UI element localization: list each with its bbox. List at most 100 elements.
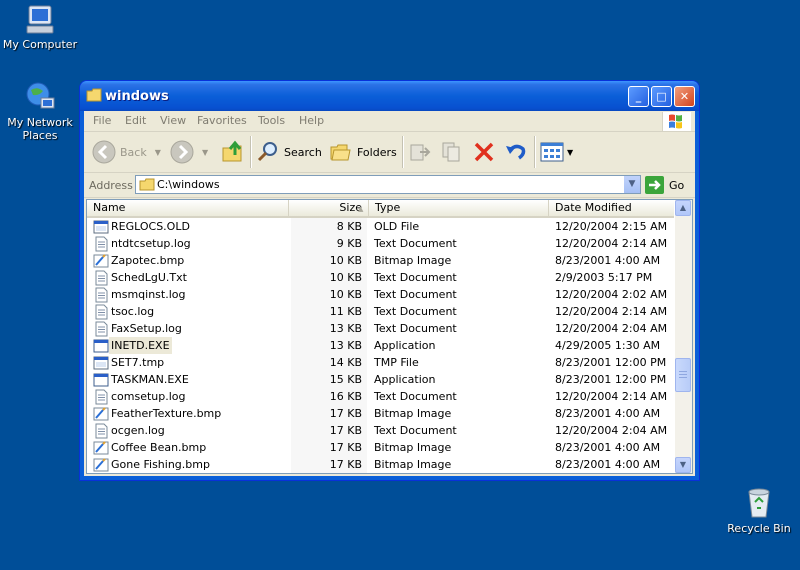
window-client: File Edit View Favorites Tools Help Back… (84, 111, 695, 476)
file-size: 14 KB (329, 356, 362, 369)
application-icon (93, 338, 109, 354)
column-header-date[interactable]: Date Modified (549, 200, 677, 216)
delete-icon (474, 142, 494, 162)
menu-edit[interactable]: Edit (125, 114, 146, 127)
maximize-button[interactable]: □ (651, 86, 672, 107)
undo-button[interactable] (504, 132, 528, 172)
search-button[interactable]: Search (256, 132, 322, 172)
file-row[interactable]: msmqinst.log 10 KB Text Document 12/20/2004… (87, 286, 677, 303)
folders-label: Folders (357, 145, 397, 159)
toolbar: Back ▼ ▼ Search Folders ▼ (84, 132, 695, 173)
file-size: 10 KB (329, 254, 362, 267)
file-type: Application (374, 373, 436, 386)
delete-button[interactable] (472, 132, 496, 172)
copy-to-button[interactable] (440, 132, 464, 172)
file-date: 8/23/2001 4:00 AM (555, 458, 661, 471)
file-size: 8 KB (336, 220, 362, 233)
file-date: 8/23/2001 4:00 AM (555, 407, 661, 420)
up-folder-icon (222, 140, 242, 162)
file-type: Bitmap Image (374, 441, 452, 454)
forward-button[interactable]: ▼ (170, 132, 208, 172)
file-name: msmqinst.log (111, 288, 186, 301)
menu-file[interactable]: File (93, 114, 111, 127)
file-type: Text Document (374, 390, 457, 403)
file-row[interactable]: ocgen.log 17 KB Text Document 12/20/2004 2:… (87, 422, 677, 439)
file-size: 10 KB (329, 271, 362, 284)
folders-icon (330, 144, 351, 161)
file-row[interactable]: Coffee Bean.bmp 17 KB Bitmap Image 8/23/200… (87, 439, 677, 456)
toolbar-separator (402, 136, 404, 168)
file-type: Text Document (374, 305, 457, 318)
file-size: 17 KB (329, 407, 362, 420)
desktop-icon-label: My Computer (2, 38, 78, 51)
up-folder-button[interactable] (221, 132, 245, 172)
generic-file-icon (93, 219, 109, 235)
views-icon (540, 142, 564, 162)
column-header-label: Date Modified (555, 201, 632, 214)
explorer-window: windows _ □ ✕ File Edit View Favorites T… (80, 81, 699, 480)
desktop-icon-my-computer[interactable]: My Computer (0, 4, 80, 51)
chevron-down-icon: ▼ (679, 460, 687, 469)
desktop-icon-label: My Network Places (7, 116, 73, 142)
back-button[interactable]: Back ▼ (92, 132, 161, 172)
menu-favorites[interactable]: Favorites (197, 114, 247, 127)
vertical-scrollbar[interactable]: ▲ ▼ (674, 200, 692, 473)
scroll-thumb[interactable] (675, 358, 691, 392)
file-row[interactable]: Gone Fishing.bmp 17 KB Bitmap Image 8/23/20… (87, 456, 677, 473)
file-row[interactable]: INETD.EXE 13 KB Application 4/29/2005 1:30 … (87, 337, 677, 354)
recycle-bin-icon (748, 488, 770, 518)
file-name: FeatherTexture.bmp (111, 407, 222, 420)
scroll-up-button[interactable]: ▲ (675, 200, 691, 216)
views-button[interactable]: ▼ (540, 132, 573, 172)
file-row[interactable]: Zapotec.bmp 10 KB Bitmap Image 8/23/2001 4:… (87, 252, 677, 269)
column-header-size[interactable]: Size (289, 200, 369, 216)
file-size: 17 KB (329, 458, 362, 471)
file-date: 8/23/2001 12:00 PM (555, 356, 667, 369)
chevron-down-icon: ▼ (154, 147, 161, 157)
file-date: 8/23/2001 12:00 PM (555, 373, 667, 386)
file-list: Name Size ▲ Type Date Modified REGLOCS.O… (86, 199, 693, 474)
file-row[interactable]: SchedLgU.Txt 10 KB Text Document 2/9/2003 5… (87, 269, 677, 286)
file-row[interactable]: comsetup.log 16 KB Text Document 12/20/2004… (87, 388, 677, 405)
menu-bar: File Edit View Favorites Tools Help (84, 111, 695, 132)
scroll-down-button[interactable]: ▼ (675, 457, 691, 473)
file-size: 17 KB (329, 424, 362, 437)
column-header-type[interactable]: Type (369, 200, 549, 216)
text-file-icon (93, 389, 109, 405)
file-size: 13 KB (329, 322, 362, 335)
folders-button[interactable]: Folders (329, 132, 397, 172)
column-header-label: Type (375, 201, 401, 214)
column-header-bar: Name Size ▲ Type Date Modified (87, 200, 677, 218)
address-dropdown-button[interactable]: ▼ (623, 176, 640, 193)
desktop-icon-network-places[interactable]: My Network Places (0, 80, 80, 142)
go-button[interactable]: Go (645, 176, 684, 194)
file-row[interactable]: FeatherTexture.bmp 17 KB Bitmap Image 8/23/… (87, 405, 677, 422)
window-title: windows (105, 89, 169, 104)
move-to-icon (410, 144, 431, 161)
file-row[interactable]: ntdtcsetup.log 9 KB Text Document 12/20/200… (87, 235, 677, 252)
minimize-button[interactable]: _ (628, 86, 649, 107)
menu-tools[interactable]: Tools (258, 114, 285, 127)
address-input[interactable]: C:\windows ▼ (135, 175, 641, 194)
file-date: 12/20/2004 2:02 AM (555, 288, 668, 301)
close-button[interactable]: ✕ (674, 86, 695, 107)
search-icon (257, 142, 277, 162)
column-header-name[interactable]: Name (87, 200, 289, 216)
file-name: ntdtcsetup.log (111, 237, 191, 250)
file-row[interactable]: TASKMAN.EXE 15 KB Application 8/23/2001 12:… (87, 371, 677, 388)
title-bar[interactable]: windows _ □ ✕ (80, 81, 699, 111)
desktop-icon-recycle-bin[interactable]: Recycle Bin (719, 486, 799, 535)
file-date: 8/23/2001 4:00 AM (555, 254, 661, 267)
menu-view[interactable]: View (160, 114, 186, 127)
file-row[interactable]: REGLOCS.OLD 8 KB OLD File 12/20/2004 2:15 A… (87, 218, 677, 235)
file-row[interactable]: tsoc.log 11 KB Text Document 12/20/2004 2:1… (87, 303, 677, 320)
menu-help[interactable]: Help (299, 114, 324, 127)
file-row[interactable]: FaxSetup.log 13 KB Text Document 12/20/2004… (87, 320, 677, 337)
file-row[interactable]: SET7.tmp 14 KB TMP File 8/23/2001 12:00 PM (87, 354, 677, 371)
generic-file-icon (93, 355, 109, 371)
bitmap-file-icon (93, 457, 109, 473)
file-date: 12/20/2004 2:14 AM (555, 237, 668, 250)
file-date: 12/20/2004 2:14 AM (555, 305, 668, 318)
file-size: 16 KB (329, 390, 362, 403)
move-to-button[interactable] (408, 132, 432, 172)
